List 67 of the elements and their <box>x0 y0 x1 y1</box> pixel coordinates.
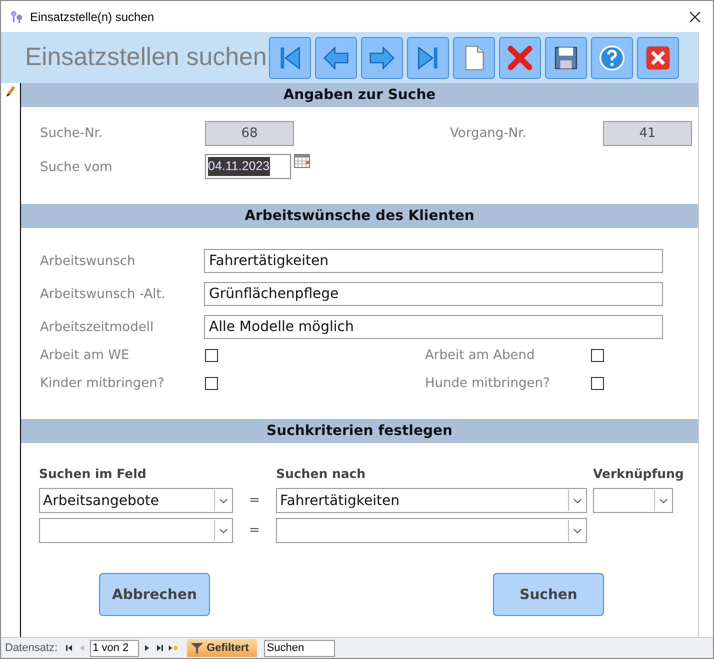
chevron-down-icon <box>218 528 228 534</box>
field-label: Arbeitswunsch -Alt. <box>40 286 167 302</box>
app-icon <box>9 9 24 24</box>
chevron-down-icon <box>658 498 668 504</box>
checkbox-label: Hunde mitbringen? <box>425 376 551 390</box>
last-record-button[interactable] <box>406 36 449 78</box>
text-field[interactable]: Grünflächenpflege <box>204 282 663 306</box>
left-arrow-button[interactable] <box>314 36 357 78</box>
field-label: Arbeitswunsch <box>40 254 136 268</box>
text-field[interactable]: Fahrertätigkeiten <box>204 249 663 273</box>
section-heading: Angaben zur Suche <box>21 83 698 107</box>
dropdown-field[interactable] <box>39 518 233 543</box>
checkbox[interactable] <box>591 348 604 362</box>
calendar-icon[interactable] <box>294 154 310 168</box>
close-icon <box>644 44 672 72</box>
left-arrow-icon <box>322 44 350 72</box>
number-field[interactable]: 68 <box>205 121 294 146</box>
column-heading: Suchen im Feld <box>39 465 146 483</box>
cancel-button[interactable]: Abbrechen <box>99 573 210 616</box>
chevron-down-icon <box>218 498 228 504</box>
record-position-field[interactable]: 1 von 2 <box>90 640 139 656</box>
right-arrow-icon <box>368 44 396 72</box>
dropdown-field[interactable] <box>593 488 673 513</box>
checkbox-label: Kinder mitbringen? <box>40 376 166 390</box>
date-field[interactable]: 04.11.2023 <box>205 154 291 179</box>
new-document-button[interactable] <box>452 36 495 78</box>
first-record-button[interactable] <box>268 36 311 78</box>
section-heading: Arbeitswünsche des Klienten <box>21 204 698 228</box>
first-record-icon[interactable] <box>64 643 74 653</box>
dropdown-field[interactable]: Arbeitsangebote <box>39 488 233 513</box>
delete-button[interactable] <box>498 36 541 78</box>
last-record-icon[interactable] <box>154 643 165 653</box>
pencil-icon <box>6 85 16 97</box>
chevron-down-icon <box>572 528 582 534</box>
filter-button[interactable]: Gefiltert <box>186 639 257 657</box>
field-label: Suche-Nr. <box>40 126 104 141</box>
field-label: Suche vom <box>40 160 114 174</box>
field-label: Arbeitszeitmodell <box>40 320 155 334</box>
checkbox[interactable] <box>591 376 604 390</box>
new-record-icon[interactable] <box>168 643 178 653</box>
record-label: Datensatz: <box>5 642 58 654</box>
close-button[interactable] <box>636 36 679 78</box>
dropdown-field[interactable] <box>276 518 587 543</box>
form-title: Einsatzstellen suchen <box>25 43 267 72</box>
text-field[interactable]: Alle Modelle möglich <box>204 315 663 339</box>
column-heading: Verknüpfung <box>593 465 684 483</box>
delete-icon <box>506 44 534 72</box>
checkbox[interactable] <box>205 376 218 390</box>
checkbox-label: Arbeit am WE <box>40 348 130 362</box>
field-label: Vorgang-Nr. <box>450 126 528 141</box>
save-button[interactable] <box>544 36 587 78</box>
search-button[interactable]: Suchen <box>493 573 604 616</box>
section-heading: Suchkriterien festlegen <box>21 419 698 443</box>
checkbox-label: Arbeit am Abend <box>425 348 536 362</box>
close-icon[interactable] <box>689 10 701 22</box>
filter-icon <box>190 642 203 654</box>
operator: = <box>248 523 261 538</box>
chevron-down-icon <box>572 498 582 504</box>
search-field[interactable]: Suchen <box>264 640 335 656</box>
right-arrow-button[interactable] <box>360 36 403 78</box>
window-title: Einsatzstelle(n) suchen <box>30 10 154 24</box>
dropdown-field[interactable]: Fahrertätigkeiten <box>276 488 587 513</box>
number-field[interactable]: 41 <box>603 121 692 146</box>
column-heading: Suchen nach <box>276 465 366 483</box>
help-icon <box>598 44 626 72</box>
operator: = <box>248 493 261 508</box>
checkbox[interactable] <box>205 348 218 362</box>
